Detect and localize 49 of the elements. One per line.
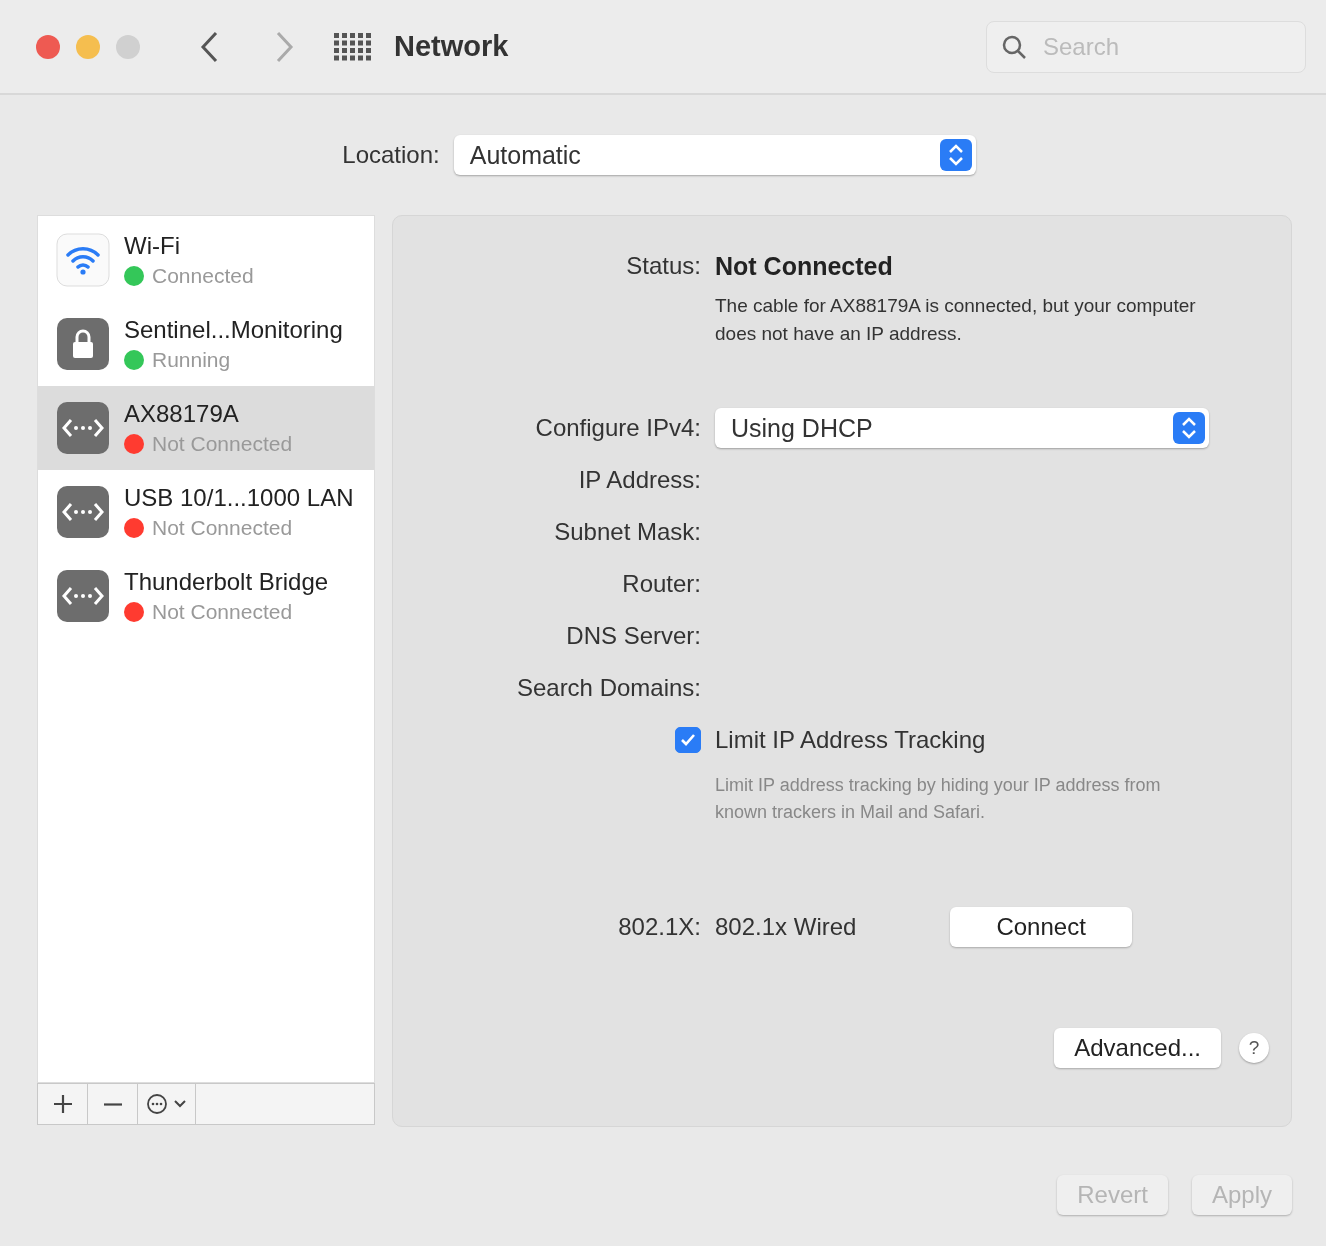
lock-icon [56,317,110,371]
service-name: USB 10/1...1000 LAN [124,484,354,512]
advanced-button[interactable]: Advanced... [1054,1028,1221,1068]
stepper-icon [1173,412,1205,444]
field-label: Router: [622,570,701,598]
wifi-icon [56,233,110,287]
field-label: Subnet Mask: [554,518,701,546]
service-item[interactable]: AX88179A Not Connected [38,386,374,470]
field-label: Search Domains: [516,674,701,702]
configure-label: Configure IPv4: [535,414,701,442]
search-icon [1001,33,1027,60]
plus-icon [52,1094,73,1114]
grid-icon[interactable] [334,32,372,61]
help-button[interactable]: ? [1239,1033,1269,1063]
status-description: The cable for AX88179A is connected, but your computer does not have an IP address. [715,294,1197,346]
service-status: Running [152,348,231,372]
close-button[interactable] [36,34,60,59]
field-label: IP Address: [578,466,701,494]
service-item[interactable]: Thunderbolt Bridge Not Connected [38,554,374,638]
stepper-icon [939,139,972,171]
ethernet-icon [56,401,110,455]
service-name: Thunderbolt Bridge [124,568,329,596]
dot1x-label: 802.1X: [618,913,701,941]
status-value: Not Connected [715,251,894,281]
minus-icon [102,1102,123,1106]
window-title: Network [394,30,509,63]
ethernet-icon [56,485,110,539]
service-name: AX88179A [124,400,240,428]
connect-button[interactable]: Connect [950,907,1132,947]
service-item[interactable]: USB 10/1...1000 LAN Not Connected [38,470,374,554]
ethernet-icon [56,569,110,623]
service-status: Not Connected [152,432,293,456]
service-name: Wi-Fi [124,232,181,260]
tracking-checkbox[interactable] [675,727,701,753]
configure-popup[interactable]: Using DHCP [715,408,1209,448]
location-label: Location: [342,141,440,169]
status-label: Status: [626,252,701,280]
tracking-description: Limit IP address tracking by hiding your IP address from known trackers in Mail and Safari. [715,774,1162,824]
service-status: Connected [152,264,254,288]
field-label: DNS Server: [566,622,701,650]
service-status: Not Connected [152,600,293,624]
service-item[interactable]: Wi-Fi Connected [38,218,374,302]
service-item[interactable]: Sentinel...Monitoring Running [38,302,374,386]
ellipsis-circle-icon [145,1093,188,1115]
tracking-label: Limit IP Address Tracking [715,726,987,754]
dot1x-value: 802.1x Wired [715,913,857,941]
service-name: Sentinel...Monitoring [124,316,343,344]
location-popup[interactable]: Automatic [453,135,976,175]
service-status: Not Connected [152,516,293,540]
